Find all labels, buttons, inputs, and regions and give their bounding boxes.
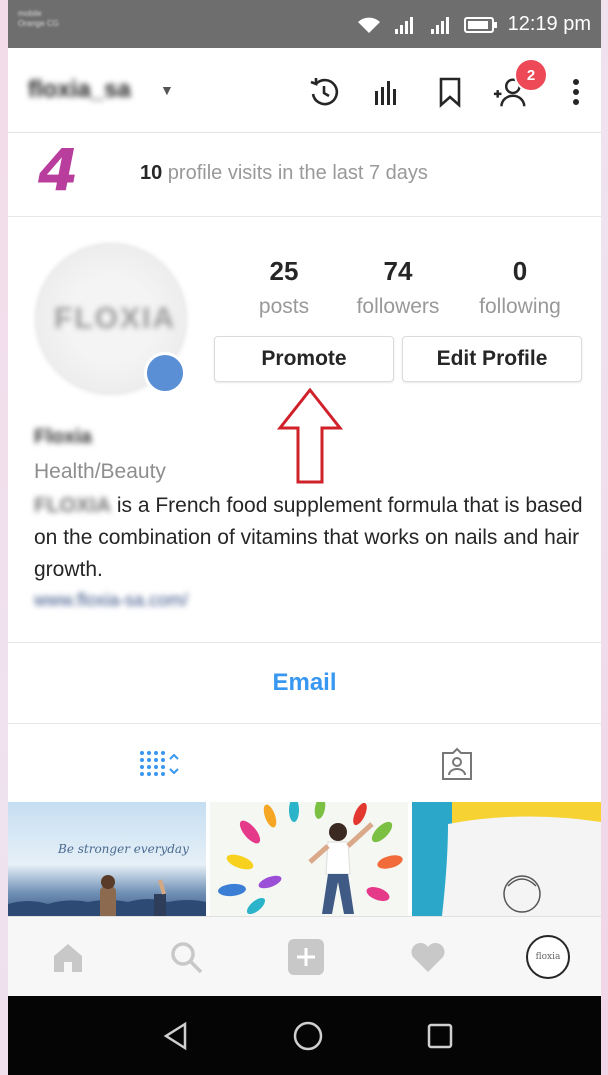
profile-name: Floxia: [34, 426, 92, 448]
carrier-label: mobile Orange CG: [18, 9, 59, 29]
followers-label: followers: [356, 295, 440, 318]
crowd-illustration: [8, 875, 206, 916]
post-thumbnail-3[interactable]: [412, 802, 601, 916]
recents-icon[interactable]: [420, 1016, 460, 1056]
new-post-icon[interactable]: [284, 935, 328, 979]
battery-icon: [463, 16, 497, 33]
following-label: following: [479, 295, 561, 318]
carrier-line-2: Orange CG: [18, 19, 59, 28]
stat-followers[interactable]: 74 followers: [346, 256, 450, 319]
visits-count: 10: [140, 162, 163, 184]
profile-tab[interactable]: floxia: [526, 935, 570, 979]
insights-number: 4: [38, 136, 79, 204]
grid-view-tab[interactable]: [136, 742, 186, 786]
bio-text: is a French food supplement formula that…: [34, 494, 583, 581]
post-thumbnail-2[interactable]: [210, 802, 408, 916]
profile-tab-avatar: floxia: [526, 935, 570, 979]
carrier-line-1: mobile: [18, 9, 42, 18]
grid-icon: [140, 751, 179, 776]
chevron-down-icon[interactable]: ▼: [160, 82, 174, 98]
insights-banner[interactable]: 4 10 profile visits in the last 7 days: [8, 132, 601, 217]
avatar-logo-text: FLOXIA: [54, 302, 176, 335]
annotation-up-arrow-icon: [276, 388, 344, 484]
posts-label: posts: [258, 295, 310, 318]
profile-bio: FLOXIA is a French food supplement formu…: [34, 490, 589, 586]
system-nav-bar: [8, 996, 601, 1075]
signal-icon-2: [430, 16, 449, 34]
search-icon[interactable]: [164, 935, 208, 979]
tagged-view-tab[interactable]: [432, 742, 482, 786]
status-bar: mobile Orange CG 12:19 pm: [8, 0, 601, 48]
posts-count: 25: [269, 256, 299, 286]
profile-category: Health/Beauty: [34, 460, 166, 483]
profile-visits-text: 10 profile visits in the last 7 days: [140, 162, 428, 185]
colorful-splash-illustration: [218, 802, 403, 915]
bio-brand: FLOXIA: [34, 494, 111, 517]
post-thumbnail-1[interactable]: Be stronger everyday: [8, 802, 206, 916]
home-circle-icon[interactable]: [288, 1016, 328, 1056]
back-icon[interactable]: [156, 1016, 196, 1056]
divider: [8, 723, 601, 724]
wifi-icon: [357, 17, 380, 33]
followers-count: 74: [383, 256, 413, 286]
profile-website-link[interactable]: www.floxia-sa.com/: [34, 590, 188, 611]
visits-label: profile visits in the last 7 days: [162, 162, 428, 184]
promote-button[interactable]: Promote: [214, 336, 394, 382]
edit-profile-button[interactable]: Edit Profile: [402, 336, 582, 382]
tagged-person-icon: [442, 747, 472, 780]
notification-badge: 2: [514, 58, 548, 92]
home-icon[interactable]: [46, 935, 90, 979]
app-header: floxia_sa ▼ 2: [8, 48, 601, 133]
clock: 12:19 pm: [507, 13, 591, 35]
activity-heart-icon[interactable]: [406, 935, 450, 979]
username[interactable]: floxia_sa: [28, 76, 131, 104]
add-story-icon[interactable]: [144, 352, 186, 394]
bottom-nav: floxia: [8, 916, 601, 997]
email-button[interactable]: Email: [8, 643, 601, 723]
stat-posts[interactable]: 25 posts: [238, 256, 330, 319]
pillow-illustration: [412, 802, 601, 916]
signal-icon: [394, 16, 413, 34]
stat-following[interactable]: 0 following: [470, 256, 570, 319]
insights-icon[interactable]: [368, 74, 404, 110]
following-count: 0: [512, 256, 528, 286]
more-options-icon[interactable]: [558, 74, 594, 110]
phone-screen: mobile Orange CG 12:19 pm floxia_sa ▼ 2 …: [8, 0, 601, 1075]
status-icons: 12:19 pm: [356, 13, 591, 36]
history-icon[interactable]: [306, 74, 342, 110]
bookmark-icon[interactable]: [432, 74, 468, 110]
